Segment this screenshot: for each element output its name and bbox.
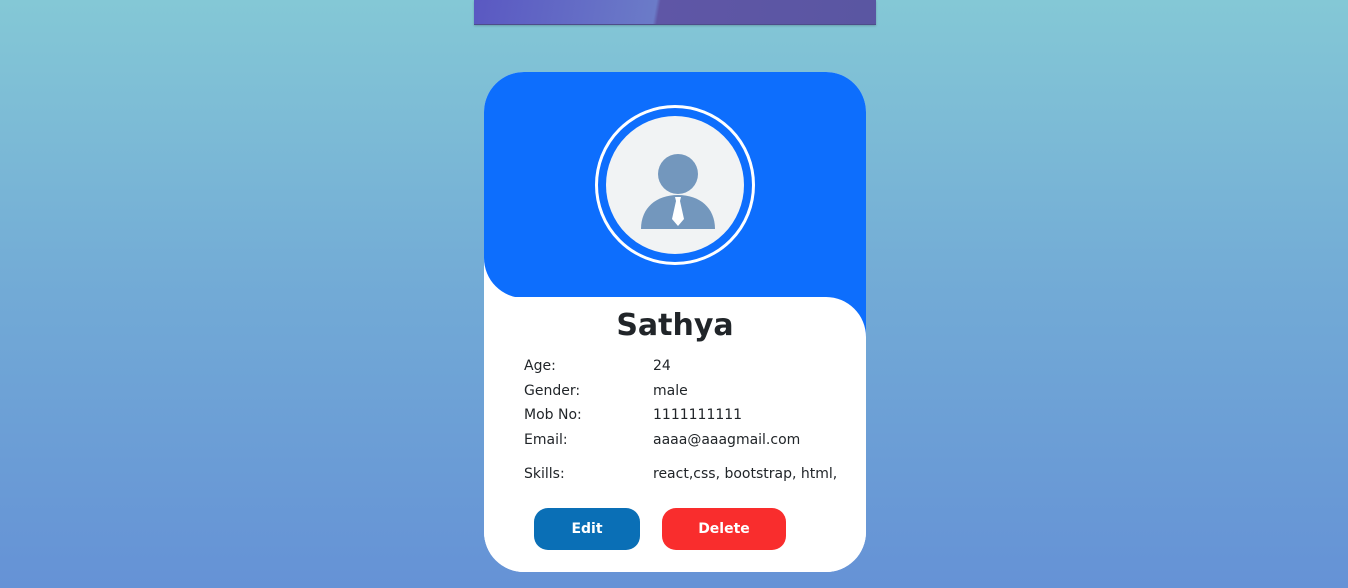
profile-name: Sathya [616, 308, 734, 343]
field-value: male [653, 383, 688, 399]
delete-button[interactable]: Delete [662, 508, 786, 550]
avatar [606, 116, 744, 254]
field-label: Email: [524, 432, 568, 448]
top-banner [474, 0, 876, 25]
field-label: Mob No: [524, 407, 582, 423]
field-label: Age: [524, 358, 556, 374]
field-label: Skills: [524, 466, 565, 482]
field-value: 24 [653, 358, 671, 374]
user-tie-icon [641, 154, 715, 229]
field-value: react,css, bootstrap, html, [653, 466, 838, 482]
field-value: 1111111111 [653, 407, 743, 423]
field-value: aaaa@aaagmail.com [653, 432, 801, 448]
profile-card: Sathya Age: 24 Gender: male Mob No: 1111… [484, 72, 866, 572]
field-label: Gender: [524, 383, 581, 399]
edit-button[interactable]: Edit [534, 508, 640, 550]
avatar-ring [595, 105, 755, 265]
